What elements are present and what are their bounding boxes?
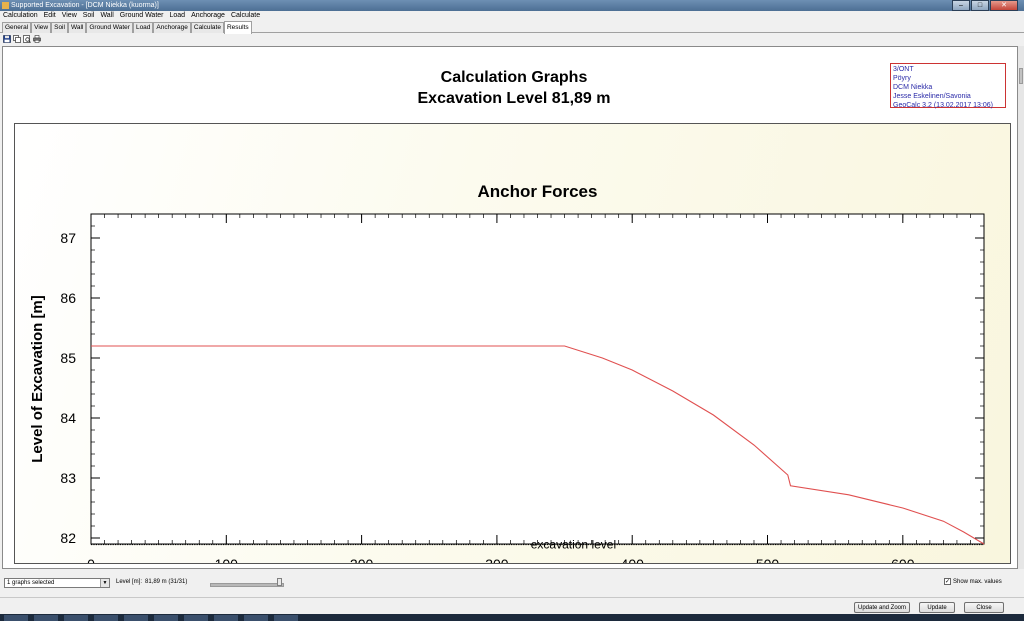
- y-tick-label: 84: [60, 410, 76, 426]
- os-taskbar: [0, 614, 1024, 621]
- tab-load[interactable]: Load: [132, 22, 154, 33]
- x-tick-label: 200: [350, 556, 374, 563]
- level-value: 81,89 m (31/31): [145, 579, 188, 585]
- taskbar-item[interactable]: [64, 615, 88, 621]
- update-button[interactable]: Update: [919, 602, 955, 613]
- graphs-select-dropdown[interactable]: 1 graphs selected ▼: [4, 578, 110, 588]
- taskbar-item[interactable]: [154, 615, 178, 621]
- tab-ground-water[interactable]: Ground Water: [86, 22, 133, 33]
- preview-icon[interactable]: [23, 35, 31, 43]
- info-line: GeoCalc 3.2 (13.02.2017 13:06): [893, 102, 994, 109]
- chart-title: Anchor Forces: [478, 182, 598, 201]
- chart-svg: Anchor Forces 0 100 200 300 400 500 600 82 83 84 85…: [29, 182, 985, 563]
- scrollbar-thumb[interactable]: [1019, 68, 1023, 84]
- x-tick-label: 0: [87, 556, 95, 563]
- taskbar-item[interactable]: [184, 615, 208, 621]
- info-line: Pöyry: [893, 75, 911, 82]
- excavation-level-label: excavation level: [531, 538, 616, 552]
- plot-area: [90, 213, 985, 545]
- level-slider-track[interactable]: [210, 583, 284, 587]
- show-max-values-toggle[interactable]: ✓ Show max. values: [944, 578, 1002, 585]
- taskbar-item[interactable]: [274, 615, 298, 621]
- graphs-title: Calculation Graphs: [440, 69, 588, 86]
- menu-calculate[interactable]: Calculate: [228, 11, 263, 21]
- tab-soil[interactable]: Soil: [51, 22, 68, 33]
- taskbar-item[interactable]: [214, 615, 238, 621]
- window-title: Supported Excavation - [DCM Niekka (kuor…: [11, 2, 159, 9]
- maximize-button[interactable]: □: [971, 0, 989, 11]
- menu-load[interactable]: Load: [167, 11, 189, 21]
- app-icon: [2, 2, 9, 9]
- toolbar: [3, 35, 41, 45]
- menu-view[interactable]: View: [59, 11, 80, 21]
- vertical-scrollbar[interactable]: [1018, 46, 1024, 569]
- tab-general[interactable]: General: [2, 22, 32, 33]
- y-tick-label: 86: [60, 290, 76, 306]
- taskbar-item[interactable]: [34, 615, 58, 621]
- tab-results[interactable]: Results: [223, 21, 252, 34]
- print-icon[interactable]: [33, 35, 41, 43]
- x-tick-label: 400: [621, 556, 645, 563]
- chevron-down-icon[interactable]: ▼: [100, 579, 109, 587]
- minimize-button[interactable]: –: [952, 0, 970, 11]
- graph-controls-bar: 1 graphs selected ▼ Level [m]: 81,89 m (…: [0, 573, 1024, 597]
- taskbar-item[interactable]: [124, 615, 148, 621]
- copy-icon[interactable]: [13, 35, 21, 43]
- y-tick-label: 87: [60, 230, 76, 246]
- info-line: Jesse Eskelinen/Savonia: [893, 93, 971, 100]
- level-label: Level [m]:: [116, 579, 143, 585]
- menu-edit[interactable]: Edit: [41, 11, 59, 21]
- graphs-select-value: 1 graphs selected: [7, 580, 55, 586]
- tab-anchorage[interactable]: Anchorage: [153, 22, 191, 33]
- y-tick-label: 82: [60, 530, 76, 546]
- x-tick-label: 500: [756, 556, 780, 563]
- menu-wall[interactable]: Wall: [97, 11, 116, 21]
- menu-soil[interactable]: Soil: [80, 11, 98, 21]
- y-tick-label: 85: [60, 350, 76, 366]
- x-tick-label: 100: [215, 556, 239, 563]
- tab-view[interactable]: View: [31, 22, 52, 33]
- update-and-zoom-button[interactable]: Update and Zoom: [854, 602, 910, 613]
- info-line: 3/ONT: [893, 66, 914, 73]
- menu-calculation[interactable]: Calculation: [0, 11, 41, 21]
- show-max-label: Show max. values: [953, 578, 1002, 585]
- save-icon[interactable]: [3, 35, 11, 43]
- taskbar-item[interactable]: [94, 615, 118, 621]
- y-axis-label: Level of Excavation [m]: [29, 295, 46, 463]
- tab-calculate[interactable]: Calculate: [190, 22, 224, 33]
- level-slider-handle[interactable]: [277, 578, 282, 586]
- action-buttons: Update and Zoom Update Close: [0, 597, 1024, 615]
- info-line: DCM Niekka: [893, 84, 933, 91]
- close-button[interactable]: Close: [964, 602, 1004, 613]
- close-window-button[interactable]: ✕: [990, 0, 1018, 11]
- tab-wall[interactable]: Wall: [67, 22, 87, 33]
- menu-anchorage[interactable]: Anchorage: [188, 11, 228, 21]
- x-tick-label: 300: [485, 556, 509, 563]
- show-max-checkbox[interactable]: ✓: [944, 578, 951, 585]
- window-controls: – □ ✕: [952, 0, 1018, 11]
- menu-bar: Calculation Edit View Soil Wall Ground W…: [0, 11, 1024, 21]
- x-tick-label: 600: [891, 556, 915, 563]
- anchor-forces-chart: Anchor Forces 0 100 200 300 400 500 600 82 83 84 85…: [14, 123, 1011, 564]
- taskbar-item[interactable]: [244, 615, 268, 621]
- results-canvas: Calculation Graphs Excavation Level 81,8…: [2, 46, 1018, 569]
- menu-ground-water[interactable]: Ground Water: [117, 11, 167, 21]
- start-button[interactable]: [4, 615, 28, 621]
- excavation-level-title: Excavation Level 81,89 m: [417, 90, 611, 107]
- window-titlebar: Supported Excavation - [DCM Niekka (kuor…: [0, 0, 1024, 11]
- tab-bar: General View Soil Wall Ground Water Load…: [0, 21, 1024, 34]
- y-tick-label: 83: [60, 470, 76, 486]
- project-info-box: 3/ONT Pöyry DCM Niekka Jesse Eskelinen/S…: [890, 63, 1006, 109]
